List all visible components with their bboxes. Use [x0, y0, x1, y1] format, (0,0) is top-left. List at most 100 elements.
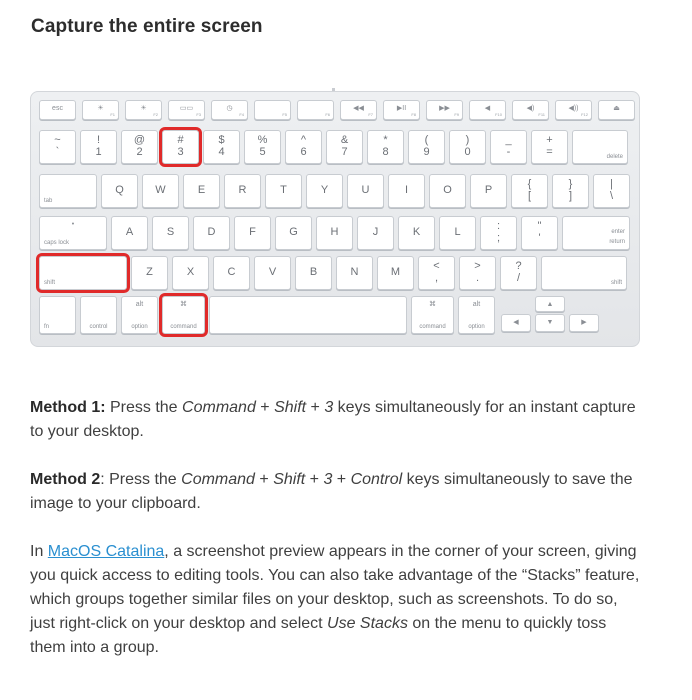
key-number: 7 — [341, 146, 348, 158]
key-sym: ? / — [500, 256, 537, 290]
key-h: H — [316, 216, 353, 250]
key-v: V — [254, 256, 291, 290]
fn-key-number: F9 — [454, 112, 459, 117]
shift-key-name: Shift — [274, 399, 307, 416]
key-number: 5 — [259, 146, 266, 158]
fn-key-number: F12 — [581, 112, 588, 117]
fn-key-9: ▶II F8 — [383, 100, 420, 120]
key-k: K — [398, 216, 435, 250]
key-letter: Y — [320, 184, 329, 196]
modifier-label: command — [170, 324, 197, 330]
key-shift-symbol: & — [340, 134, 349, 146]
fn-key-5: ◷ F4 — [211, 100, 248, 120]
key-e: E — [183, 174, 220, 208]
tab-key: tab — [39, 174, 97, 208]
key-sym: " ' — [521, 216, 558, 250]
catalina-paragraph: In MacOS Catalina, a screenshot preview … — [30, 540, 640, 660]
control-key: control — [80, 296, 117, 334]
fn-key-number: F5 — [282, 112, 287, 117]
macos-catalina-link[interactable]: MacOS Catalina — [48, 543, 165, 560]
key-sym: + = — [531, 130, 568, 164]
fn-key-number: F7 — [368, 112, 373, 117]
fn-key-symbol: ◀ — [484, 105, 491, 112]
key-symbol: . — [475, 272, 480, 284]
key-letter: V — [268, 266, 277, 278]
caps-lock-light: • — [71, 221, 75, 228]
down-arrow-icon: ▼ — [546, 319, 554, 326]
key-u: U — [347, 174, 384, 208]
key-sym: ~ ` — [39, 130, 76, 164]
fn-key: fn — [39, 296, 76, 334]
key-symbol: ; — [496, 232, 501, 244]
key-sym: _ - — [490, 130, 527, 164]
key-letter: I — [404, 184, 409, 196]
key-letter: T — [280, 184, 287, 196]
key-shift-symbol: ) — [465, 134, 470, 146]
key-b: B — [295, 256, 332, 290]
method-1-text: Press the — [105, 399, 183, 416]
left-arrow-key: ◀ — [501, 314, 531, 332]
fn-key-symbol: ◀) — [526, 105, 535, 112]
enter-label: enter — [611, 229, 625, 235]
caps-lock-label: caps lock — [44, 240, 70, 246]
key-number: - — [506, 146, 511, 158]
key-shift-symbol: ^ — [300, 134, 307, 146]
key-7: & 7 — [326, 130, 363, 164]
fn-key-symbol: ▶II — [396, 105, 407, 112]
key-shift-symbol: ( — [424, 134, 429, 146]
key-shift-symbol: ! — [96, 134, 101, 146]
method-1-label: Method 1: — [30, 399, 106, 416]
left-arrow-icon: ◀ — [513, 319, 519, 326]
modifier-symbol: ⌘ — [180, 301, 187, 308]
key-symbol: \ — [609, 190, 614, 202]
up-arrow-key: ▲ — [535, 296, 565, 312]
return-key: enter return — [562, 216, 630, 250]
key-number: 2 — [136, 146, 143, 158]
key-letter: X — [186, 266, 195, 278]
modifier-symbol: ⌘ — [429, 301, 436, 308]
key-symbol: , — [434, 272, 439, 284]
tab-label: tab — [44, 198, 53, 204]
key-shift-symbol: ? — [515, 260, 522, 272]
key-number: 3 — [177, 146, 184, 158]
key-3: #3 — [159, 127, 202, 167]
key-letter: J — [372, 226, 379, 238]
key-number: 4 — [218, 146, 225, 158]
key-s: S — [152, 216, 189, 250]
plus-sign: + — [305, 471, 324, 488]
command-key-name: Command — [181, 471, 255, 488]
key-5: % 5 — [244, 130, 281, 164]
fn-key-number: F3 — [196, 112, 201, 117]
modifier-label: control — [89, 324, 108, 330]
key-q: Q — [101, 174, 138, 208]
fn-key-number: F4 — [239, 112, 244, 117]
key-letter: R — [238, 184, 247, 196]
key-letter: W — [155, 184, 166, 196]
key-o: O — [429, 174, 466, 208]
fn-key-6: F5 — [254, 100, 291, 120]
modifier-label: option — [131, 324, 148, 330]
key-symbol: [ — [527, 190, 532, 202]
fn-key-symbol: esc — [52, 105, 63, 112]
key-l: L — [439, 216, 476, 250]
key-shift-symbol: % — [257, 134, 268, 146]
key-shift-symbol: } — [568, 178, 573, 190]
key-i: I — [388, 174, 425, 208]
plus-sign: + — [254, 471, 274, 488]
method-2-text: : Press the — [100, 471, 182, 488]
key-f: F — [234, 216, 271, 250]
key-sym: :; — [480, 216, 517, 250]
key-m: M — [377, 256, 414, 290]
right-arrow-key: ▶ — [569, 314, 599, 332]
key-shift-symbol: > — [474, 260, 481, 272]
key-letter: Z — [146, 266, 153, 278]
fn-key-3: ☀ F2 — [125, 100, 162, 120]
shift-key-name: Shift — [273, 471, 306, 488]
key-letter: B — [309, 266, 318, 278]
key-8: * 8 — [367, 130, 404, 164]
fn-key-symbol: ◀)) — [568, 105, 579, 112]
key-letter: C — [227, 266, 236, 278]
key-shift-symbol: " — [537, 220, 542, 232]
fn-key-1: esc — [39, 100, 76, 120]
key-2: @2 — [121, 130, 158, 164]
